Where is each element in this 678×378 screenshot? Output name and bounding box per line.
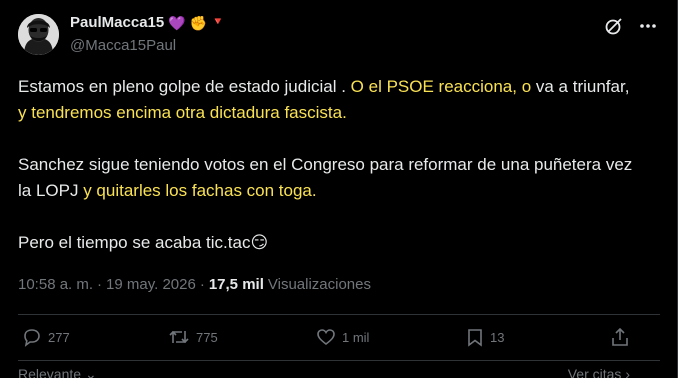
like-icon bbox=[317, 329, 335, 346]
chevron-down-icon: ⌄ bbox=[84, 366, 97, 378]
view-count: 17,5 mil bbox=[208, 276, 264, 293]
divider bbox=[18, 314, 660, 315]
chevron-right-icon: › bbox=[625, 366, 630, 378]
view-quotes-link[interactable]: Ver citas › bbox=[568, 366, 630, 378]
post-header: PaulMacca15 💜 ✊ 🔻 @Macca15Paul bbox=[18, 12, 658, 58]
header-actions bbox=[604, 16, 658, 36]
like-count: 1 mil bbox=[342, 329, 370, 345]
more-icon[interactable] bbox=[638, 16, 658, 36]
views-label: Visualizaciones bbox=[267, 276, 371, 293]
share-button[interactable] bbox=[610, 327, 630, 347]
post-text-segment: va a triunfar, bbox=[531, 77, 630, 96]
bookmark-count: 13 bbox=[490, 329, 505, 345]
red-triangle-badge: 🔻 bbox=[211, 16, 225, 28]
post-highlight: y tendremos encima otra dictadura fascis… bbox=[18, 103, 347, 122]
display-name[interactable]: PaulMacca15 bbox=[70, 14, 164, 31]
like-button[interactable]: 1 mil bbox=[316, 327, 369, 347]
repost-button[interactable]: 775 bbox=[168, 327, 218, 347]
view-quotes-label: Ver citas bbox=[567, 366, 622, 378]
bookmark-button[interactable]: 13 bbox=[466, 327, 504, 347]
sort-dropdown[interactable]: Relevante ⌄ bbox=[18, 366, 97, 378]
avatar[interactable] bbox=[18, 14, 59, 55]
post-meta: 10:58 a. m. · 19 may. 2026 · 17,5 mil Vi… bbox=[18, 276, 371, 293]
raised-fist-badge: ✊ bbox=[189, 14, 208, 31]
bookmark-icon bbox=[468, 329, 482, 347]
post-text-segment: Pero el tiempo se acaba tic.tac bbox=[18, 233, 251, 252]
repost-icon bbox=[169, 330, 189, 344]
share-icon bbox=[612, 327, 628, 346]
repost-count: 775 bbox=[196, 329, 218, 345]
post-date[interactable]: 19 may. 2026 bbox=[106, 276, 196, 293]
post-paragraph-1: Estamos en pleno golpe de estado judicia… bbox=[18, 74, 633, 126]
post-paragraph-2: Sanchez sigue teniendo votos en el Congr… bbox=[18, 152, 633, 204]
meta-separator: · bbox=[97, 276, 103, 293]
post-highlight: O el PSOE reacciona, o bbox=[350, 77, 532, 96]
purple-heart-badge: 💜 bbox=[168, 14, 186, 31]
reply-count: 277 bbox=[48, 329, 70, 345]
post-text: Estamos en pleno golpe de estado judicia… bbox=[18, 74, 633, 282]
sort-label: Relevante bbox=[18, 366, 82, 378]
grok-icon[interactable] bbox=[604, 16, 624, 36]
divider bbox=[18, 360, 660, 361]
post-highlight: y quitarles los fachas con toga. bbox=[83, 181, 317, 200]
user-handle[interactable]: @Macca15Paul bbox=[70, 37, 176, 54]
reply-icon bbox=[24, 329, 40, 347]
reply-button[interactable]: 277 bbox=[22, 327, 70, 347]
post-text-segment: Estamos en pleno golpe de estado judicia… bbox=[18, 77, 351, 96]
name-row: PaulMacca15 💜 ✊ 🔻 bbox=[70, 14, 225, 31]
action-bar: 277 775 1 mil 13 bbox=[18, 327, 638, 355]
meta-separator: · bbox=[199, 276, 205, 293]
smirk-emoji: 😏 bbox=[250, 233, 269, 252]
post-time[interactable]: 10:58 a. m. bbox=[18, 276, 93, 293]
post-paragraph-3: Pero el tiempo se acaba tic.tac😏 bbox=[18, 230, 633, 256]
